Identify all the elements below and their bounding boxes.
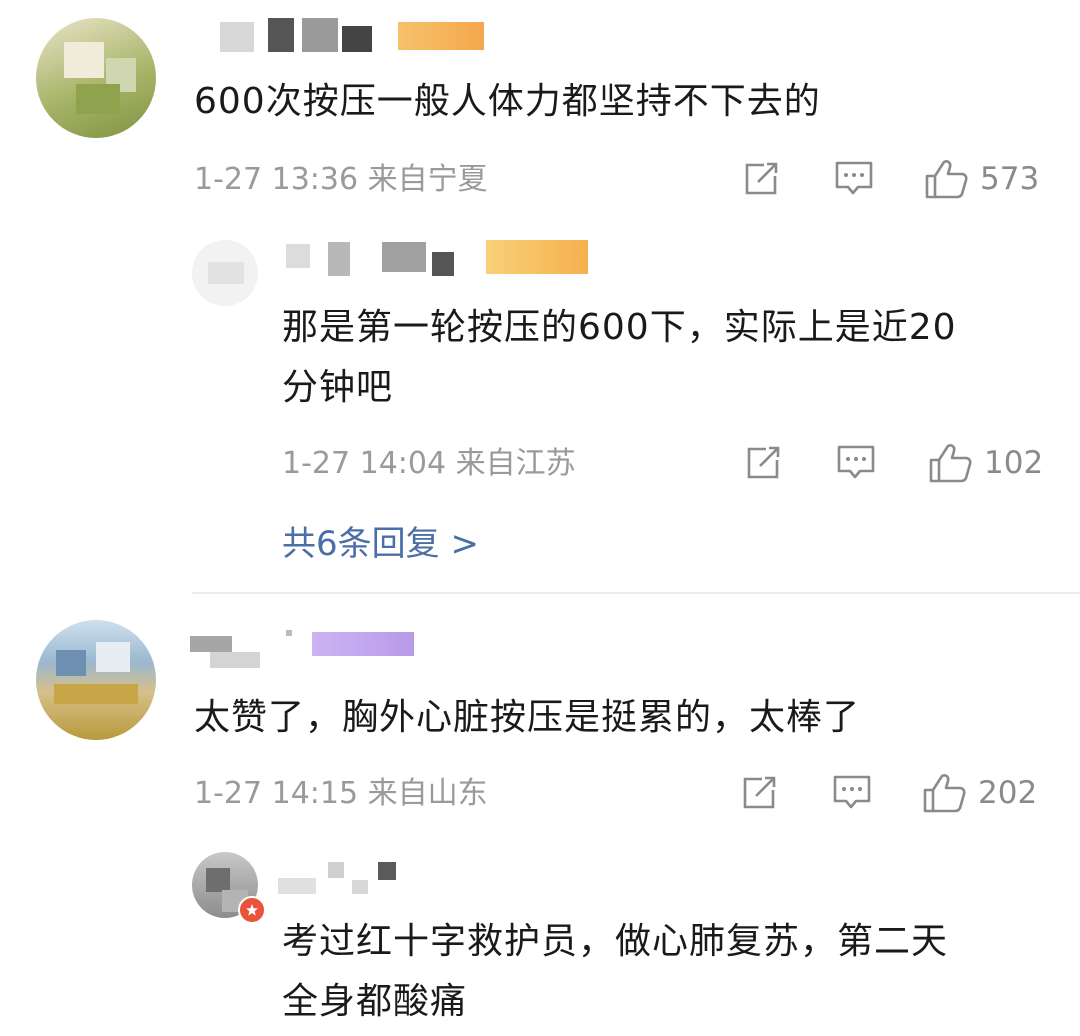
share-button[interactable] [744,444,782,482]
reply-username-blurred[interactable] [278,858,408,898]
comment-text: 600次按压一般人体力都坚持不下去的 [194,81,821,122]
reply-badge-blurred [486,240,588,274]
like-count: 573 [980,161,1040,197]
comment-icon [835,161,873,195]
like-icon [923,774,966,813]
reply-username-blurred[interactable] [282,238,482,278]
like-button[interactable]: 102 [928,442,1043,484]
avatar[interactable] [36,18,156,138]
reply-text-line: 分钟吧 [282,367,394,408]
reply-avatar[interactable] [192,240,258,306]
reply-timestamp: 1-27 14:04 来自江苏 [282,446,576,481]
reply-text-line: 那是第一轮按压的600下，实际上是近20 [282,307,957,348]
user-badge-blurred [398,22,484,50]
comment-timestamp: 1-27 13:36 来自宁夏 [194,162,488,197]
comment-divider [192,592,1080,594]
username-blurred[interactable] [190,628,300,672]
like-count: 102 [984,445,1044,481]
username-blurred[interactable] [220,14,390,54]
reply-text-line: 全身都酸痛 [282,981,468,1022]
comment-text: 太赞了，胸外心脏按压是挺累的，太棒了 [194,697,861,738]
user-badge-blurred [312,632,414,656]
comment-timestamp: 1-27 14:15 来自山东 [194,776,488,811]
share-button[interactable] [740,774,778,812]
share-icon [743,776,776,809]
like-count: 202 [978,775,1038,811]
view-more-replies-link[interactable]: 共6条回复 > [282,522,479,566]
comment-button[interactable] [834,160,874,198]
comment-icon [837,445,875,479]
reply-text-line: 考过红十字救护员，做心肺复苏，第二天 [282,921,949,962]
verified-badge [238,896,266,924]
share-icon [745,162,778,195]
badge-icon [246,904,258,916]
like-button[interactable]: 202 [922,772,1037,814]
like-icon [929,444,972,483]
avatar[interactable] [36,620,156,740]
like-icon [925,160,968,199]
comment-button[interactable] [836,444,876,482]
like-button[interactable]: 573 [924,158,1039,200]
comment-button[interactable] [832,774,872,812]
share-button[interactable] [742,160,780,198]
comment-icon [833,775,871,809]
share-icon [747,446,780,479]
